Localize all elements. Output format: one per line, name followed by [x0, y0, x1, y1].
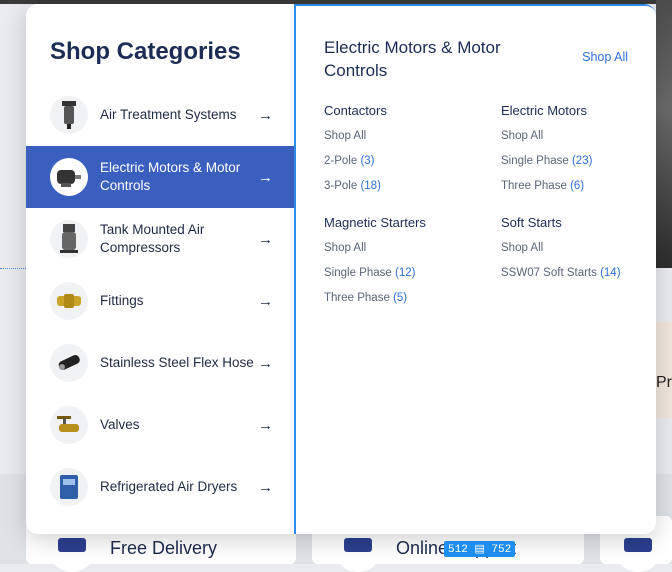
subcategory-link[interactable]: Shop All	[501, 129, 651, 143]
subcategory-title: Electric Motors & Motor Controls	[324, 38, 501, 80]
dropdown-heading: Shop Categories	[50, 38, 241, 65]
arrow-right-icon: →	[258, 478, 273, 496]
category-label: Valves	[100, 417, 140, 432]
category-label: Tank Mounted Air Compressors	[100, 222, 205, 255]
valve-icon	[50, 406, 88, 444]
category-list: Shop Categories Air Treatment Systems → …	[26, 4, 294, 534]
hose-icon	[50, 344, 88, 382]
category-valves[interactable]: Valves →	[26, 394, 294, 456]
dryer-icon	[50, 468, 88, 506]
category-electric-motors[interactable]: Electric Motors & Motor Controls →	[26, 146, 294, 208]
subcategory-link[interactable]: Three Phase (5)	[324, 291, 474, 305]
subcategory-link[interactable]: 2-Pole (3)	[324, 154, 474, 168]
promo-band	[656, 322, 672, 418]
group-magnetic-starters: Magnetic Starters Shop All Single Phase …	[324, 215, 474, 316]
arrow-right-icon: →	[258, 292, 273, 310]
subcategory-link[interactable]: SSW07 Soft Starts (14)	[501, 266, 651, 280]
group-soft-starts: Soft Starts Shop All SSW07 Soft Starts (…	[501, 215, 651, 291]
subcategory-link[interactable]: 3-Pole (18)	[324, 179, 474, 193]
motor-icon	[50, 158, 88, 196]
arrow-right-icon: →	[258, 230, 273, 248]
category-label: Electric Motors & Motor Controls	[100, 160, 241, 193]
feature-label: Free Delivery	[110, 537, 218, 558]
subcategory-link[interactable]: Single Phase (12)	[324, 266, 474, 280]
group-heading: Soft Starts	[501, 215, 562, 230]
promo-text: Pro	[656, 374, 672, 391]
group-contactors: Contactors Shop All 2-Pole (3) 3-Pole (1…	[324, 103, 474, 204]
category-air-dryers[interactable]: Refrigerated Air Dryers →	[26, 456, 294, 518]
category-tank-compressors[interactable]: Tank Mounted Air Compressors →	[26, 208, 294, 270]
subcategory-link[interactable]: Shop All	[324, 241, 474, 255]
subcategory-link[interactable]: Three Phase (6)	[501, 179, 651, 193]
arrow-right-icon: →	[258, 106, 273, 124]
shop-all-link[interactable]: Shop All	[582, 50, 628, 64]
group-heading: Contactors	[324, 103, 387, 118]
air-filter-icon	[50, 96, 88, 134]
arrow-right-icon: →	[258, 416, 273, 434]
category-flex-hose[interactable]: Stainless Steel Flex Hose →	[26, 332, 294, 394]
category-fittings[interactable]: Fittings →	[26, 270, 294, 332]
category-label: Air Treatment Systems	[100, 107, 237, 122]
category-label: Fittings	[100, 293, 144, 308]
subcategory-link[interactable]: Shop All	[324, 129, 474, 143]
subcategory-link[interactable]: Shop All	[501, 241, 651, 255]
fitting-icon	[50, 282, 88, 320]
dimension-tag: 512 ▤ 752	[444, 541, 516, 557]
group-heading: Magnetic Starters	[324, 215, 426, 230]
group-electric-motors: Electric Motors Shop All Single Phase (2…	[501, 103, 651, 204]
compressor-icon	[50, 220, 88, 258]
arrow-right-icon: →	[258, 168, 273, 186]
hero-image	[656, 0, 672, 268]
subcategory-panel: Electric Motors & Motor Controls Shop Al…	[294, 4, 656, 534]
subcategory-link[interactable]: Single Phase (23)	[501, 154, 651, 168]
category-label: Refrigerated Air Dryers	[100, 479, 238, 494]
category-label: Stainless Steel Flex Hose	[100, 355, 254, 370]
categories-dropdown: Shop Categories Air Treatment Systems → …	[26, 4, 656, 534]
arrow-right-icon: →	[258, 354, 273, 372]
group-heading: Electric Motors	[501, 103, 587, 118]
category-air-treatment[interactable]: Air Treatment Systems →	[26, 84, 294, 146]
